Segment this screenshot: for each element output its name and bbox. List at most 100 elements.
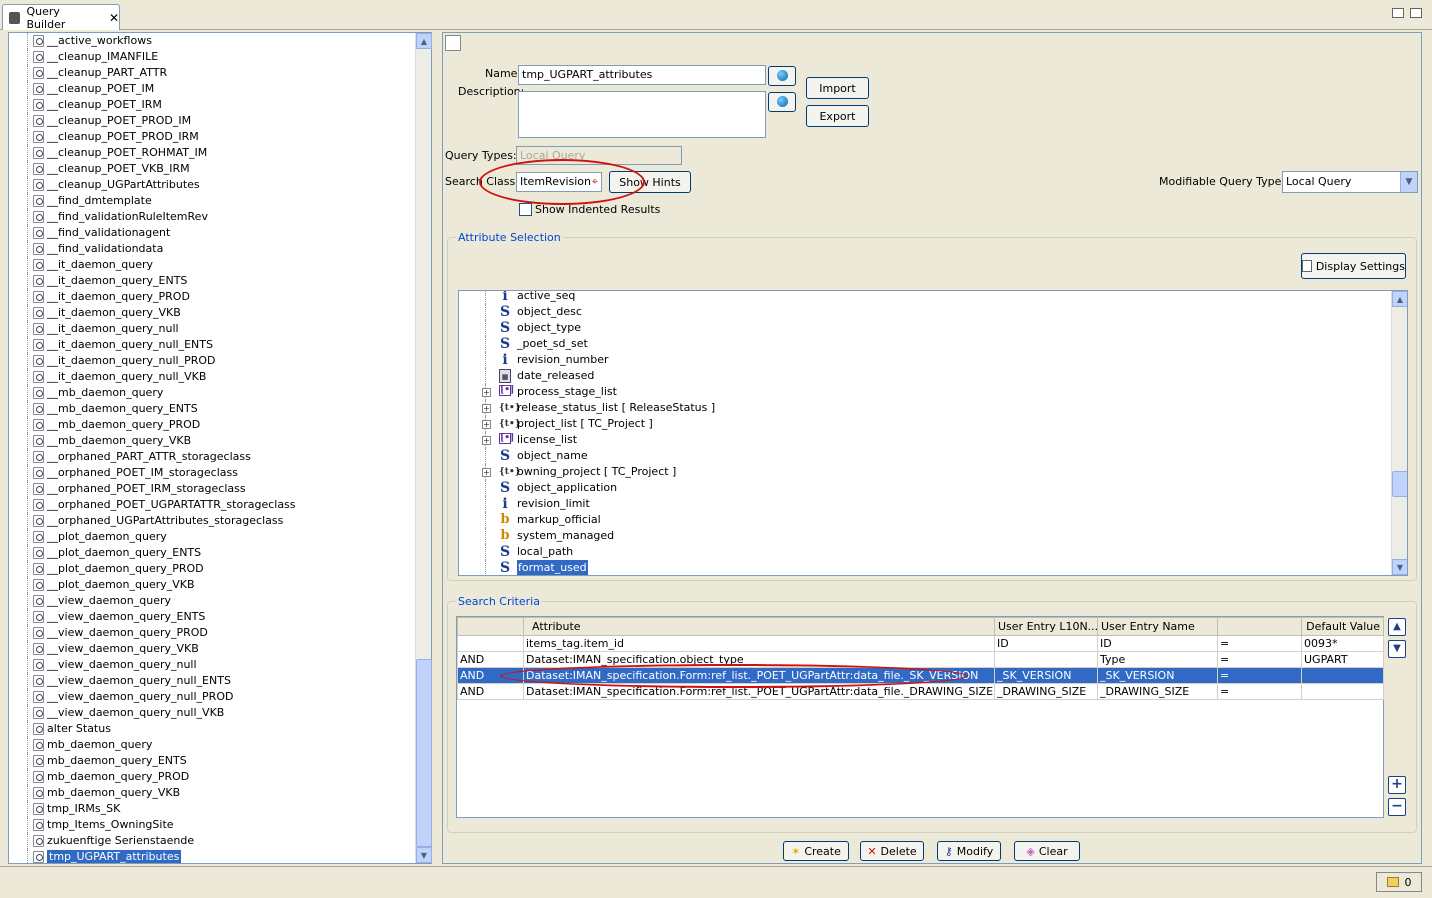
column-header[interactable]	[1217, 617, 1302, 636]
criteria-cell[interactable]: UGPART	[1301, 651, 1384, 668]
saved-query-item[interactable]: __cleanup_IMANFILE	[9, 49, 415, 65]
attribute-scrollbar[interactable]: ▲ ▼	[1391, 291, 1407, 575]
attribute-item[interactable]: Sformat_used	[459, 560, 1389, 575]
criteria-cell[interactable]: ID	[994, 635, 1098, 652]
saved-query-item[interactable]: __view_daemon_query_ENTS	[9, 609, 415, 625]
export-button[interactable]: Export	[806, 105, 869, 127]
saved-query-item[interactable]: __find_dmtemplate	[9, 193, 415, 209]
criteria-cell[interactable]: =	[1217, 651, 1302, 668]
saved-query-item[interactable]: __view_daemon_query_null_PROD	[9, 689, 415, 705]
close-icon[interactable]: ✕	[109, 11, 119, 25]
saved-query-item[interactable]: zukuenftige Serienstaende	[9, 833, 415, 849]
criteria-cell[interactable]	[1301, 667, 1384, 684]
saved-query-item[interactable]: __view_daemon_query_null	[9, 657, 415, 673]
name-localize-button[interactable]	[768, 66, 796, 86]
saved-query-item[interactable]: __it_daemon_query_ENTS	[9, 273, 415, 289]
saved-query-item[interactable]: __orphaned_PART_ATTR_storageclass	[9, 449, 415, 465]
saved-query-item[interactable]: __it_daemon_query	[9, 257, 415, 273]
criteria-cell[interactable]: items_tag.item_id	[523, 635, 995, 652]
description-localize-button[interactable]	[768, 92, 796, 112]
criteria-cell[interactable]: AND	[457, 667, 524, 684]
column-header[interactable]: User Entry Name	[1097, 617, 1218, 636]
tab-query-builder[interactable]: Query Builder ✕	[2, 4, 120, 31]
description-field[interactable]	[518, 91, 766, 138]
saved-query-item[interactable]: __it_daemon_query_null_VKB	[9, 369, 415, 385]
attribute-item[interactable]: + [•] license_list	[459, 432, 1389, 448]
attribute-item[interactable]: + {t•} release_status_list [ ReleaseStatus…	[459, 400, 1389, 416]
saved-query-item[interactable]: __find_validationRuleItemRev	[9, 209, 415, 225]
column-header[interactable]: User Entry L10N...	[994, 617, 1098, 636]
saved-query-item[interactable]: __cleanup_POET_IRM	[9, 97, 415, 113]
saved-query-item[interactable]: __cleanup_POET_PROD_IRM	[9, 129, 415, 145]
scroll-thumb[interactable]	[416, 659, 432, 847]
saved-query-item[interactable]: __it_daemon_query_VKB	[9, 305, 415, 321]
criteria-cell[interactable]: AND	[457, 683, 524, 700]
saved-query-item[interactable]: tmp_UGPART_attributes	[9, 849, 415, 863]
attribute-item[interactable]: i revision_limit	[459, 496, 1389, 512]
saved-query-item[interactable]: __plot_daemon_query_VKB	[9, 577, 415, 593]
criteria-cell[interactable]: AND	[457, 651, 524, 668]
criteria-cell[interactable]: ID	[1097, 635, 1218, 652]
criteria-cell[interactable]: Dataset:IMAN_specification.object_type	[523, 651, 995, 668]
saved-query-item[interactable]: __find_validationdata	[9, 241, 415, 257]
criteria-cell[interactable]: Dataset:IMAN_specification.Form:ref_list…	[523, 667, 995, 684]
saved-query-item[interactable]: __orphaned_POET_UGPARTATTR_storageclass	[9, 497, 415, 513]
criteria-cell[interactable]: Dataset:IMAN_specification.Form:ref_list…	[523, 683, 995, 700]
scroll-down-icon[interactable]: ▼	[416, 847, 432, 863]
column-header[interactable]: Attribute	[523, 617, 995, 636]
saved-query-item[interactable]: __cleanup_POET_IM	[9, 81, 415, 97]
search-class-field[interactable]: ItemRevision ⌖	[516, 172, 602, 192]
create-button[interactable]: ✶ Create	[783, 841, 849, 861]
criteria-cell[interactable]: 0093*	[1301, 635, 1384, 652]
chevron-down-icon[interactable]: ▼	[1400, 172, 1417, 192]
criteria-row[interactable]: AND Dataset:IMAN_specification.object_typ…	[457, 651, 1384, 668]
attribute-item[interactable]: Sobject_application	[459, 480, 1389, 496]
criteria-row[interactable]: items_tag.item_id ID ID = 0093*	[457, 635, 1384, 652]
column-header[interactable]	[457, 617, 524, 636]
saved-query-item[interactable]: __orphaned_POET_IM_storageclass	[9, 465, 415, 481]
show-indented-checkbox[interactable]	[519, 203, 532, 216]
saved-query-item[interactable]: __cleanup_POET_PROD_IM	[9, 113, 415, 129]
criteria-cell[interactable]: =	[1217, 683, 1302, 700]
attribute-item[interactable]: i revision_number	[459, 352, 1389, 368]
saved-query-item[interactable]: mb_daemon_query_PROD	[9, 769, 415, 785]
attribute-item[interactable]: b markup_official	[459, 512, 1389, 528]
attribute-item[interactable]: Sobject_type	[459, 320, 1389, 336]
criteria-cell[interactable]	[994, 651, 1098, 668]
attribute-item[interactable]: Sobject_name	[459, 448, 1389, 464]
expand-icon[interactable]: +	[482, 388, 491, 397]
modify-button[interactable]: ⚷ Modify	[937, 841, 1001, 861]
saved-query-item[interactable]: __cleanup_PART_ATTR	[9, 65, 415, 81]
delete-button[interactable]: ✕ Delete	[860, 841, 924, 861]
attribute-item[interactable]: ▦ date_released	[459, 368, 1389, 384]
saved-query-item[interactable]: __plot_daemon_query_PROD	[9, 561, 415, 577]
attribute-item[interactable]: i active_seq	[459, 291, 1389, 304]
saved-query-item[interactable]: __view_daemon_query_null_ENTS	[9, 673, 415, 689]
maximize-icon[interactable]	[1410, 8, 1422, 18]
saved-query-item[interactable]: __it_daemon_query_PROD	[9, 289, 415, 305]
modifiable-query-types-select[interactable]: Local Query ▼	[1282, 171, 1418, 193]
saved-query-item[interactable]: __view_daemon_query	[9, 593, 415, 609]
saved-query-item[interactable]: __orphaned_UGPartAttributes_storageclass	[9, 513, 415, 529]
saved-query-item[interactable]: mb_daemon_query	[9, 737, 415, 753]
display-settings-button[interactable]: Display Settings	[1301, 253, 1406, 279]
saved-query-item[interactable]: __orphaned_POET_IRM_storageclass	[9, 481, 415, 497]
saved-query-item[interactable]: tmp_Items_OwningSite	[9, 817, 415, 833]
saved-query-item[interactable]: __mb_daemon_query	[9, 385, 415, 401]
criteria-cell[interactable]	[1301, 683, 1384, 700]
saved-query-item[interactable]: __plot_daemon_query_ENTS	[9, 545, 415, 561]
attribute-item[interactable]: + [•] process_stage_list	[459, 384, 1389, 400]
scroll-down-icon[interactable]: ▼	[1392, 559, 1407, 575]
remove-row-icon[interactable]: −	[1388, 798, 1406, 816]
saved-query-item[interactable]: __view_daemon_query_null_VKB	[9, 705, 415, 721]
saved-query-item[interactable]: __find_validationagent	[9, 225, 415, 241]
saved-query-item[interactable]: tmp_IRMs_SK	[9, 801, 415, 817]
import-button[interactable]: Import	[806, 77, 869, 99]
saved-query-item[interactable]: __mb_daemon_query_VKB	[9, 433, 415, 449]
attribute-item[interactable]: b system_managed	[459, 528, 1389, 544]
saved-query-item[interactable]: mb_daemon_query_VKB	[9, 785, 415, 801]
saved-query-item[interactable]: __view_daemon_query_PROD	[9, 625, 415, 641]
attribute-item[interactable]: Sobject_desc	[459, 304, 1389, 320]
criteria-cell[interactable]: _SK_VERSION	[1097, 667, 1218, 684]
scroll-up-icon[interactable]: ▲	[1392, 291, 1407, 307]
